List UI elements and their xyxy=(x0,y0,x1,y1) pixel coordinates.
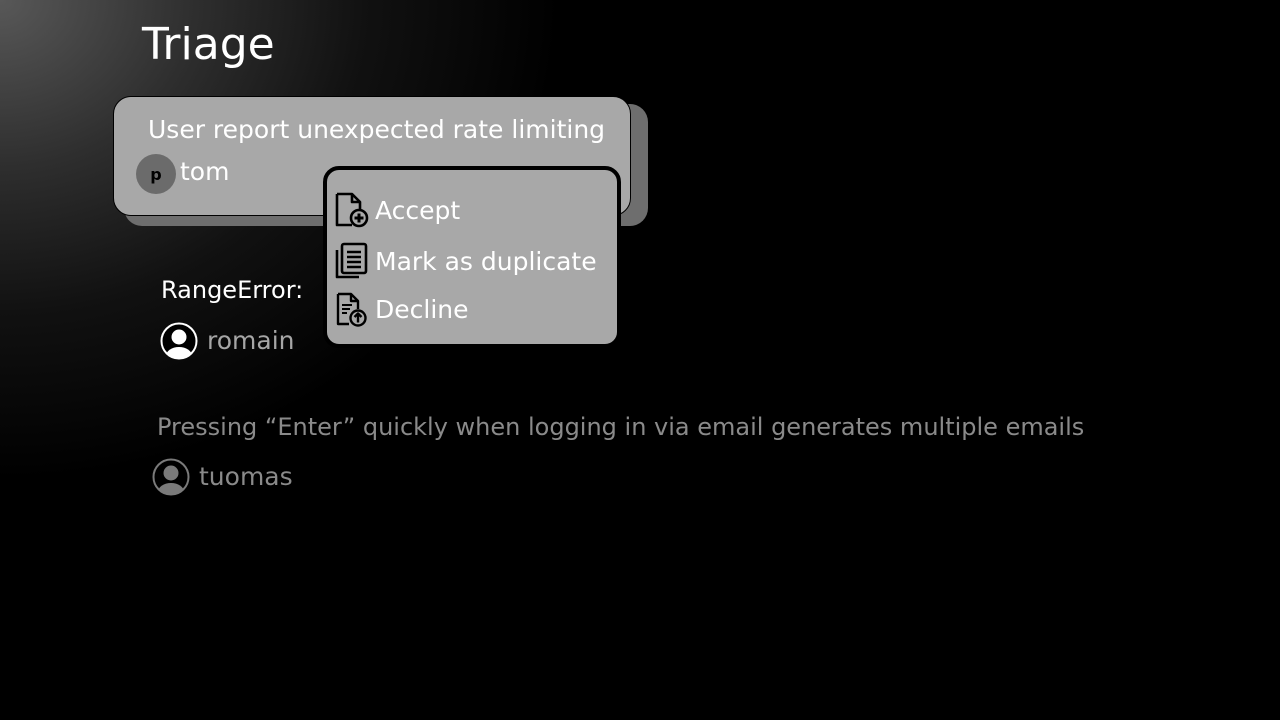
page-title: Triage xyxy=(142,19,275,70)
issue-title: Pressing “Enter” quickly when logging in… xyxy=(157,413,1085,441)
menu-item-mark-duplicate[interactable]: Mark as duplicate xyxy=(331,239,617,283)
document-stack-icon xyxy=(331,241,371,281)
issue-title: RangeError: xyxy=(161,276,304,304)
user-circle-icon xyxy=(152,458,190,496)
menu-item-decline[interactable]: Decline xyxy=(331,287,617,331)
context-menu: Accept Mark as duplicate Decline xyxy=(323,166,621,348)
issue-assignee: tuomas xyxy=(199,462,293,491)
file-upload-icon xyxy=(331,289,371,329)
menu-item-label: Accept xyxy=(375,195,461,225)
menu-item-label: Mark as duplicate xyxy=(375,246,597,276)
issue-assignee: tom xyxy=(180,157,230,186)
menu-item-accept[interactable]: Accept xyxy=(331,188,617,232)
issue-assignee: romain xyxy=(207,326,295,355)
issue-title: User report unexpected rate limiting xyxy=(148,115,606,144)
file-add-icon xyxy=(331,190,371,230)
menu-item-label: Decline xyxy=(375,294,469,324)
avatar: p xyxy=(136,154,176,194)
user-circle-icon xyxy=(160,322,198,360)
